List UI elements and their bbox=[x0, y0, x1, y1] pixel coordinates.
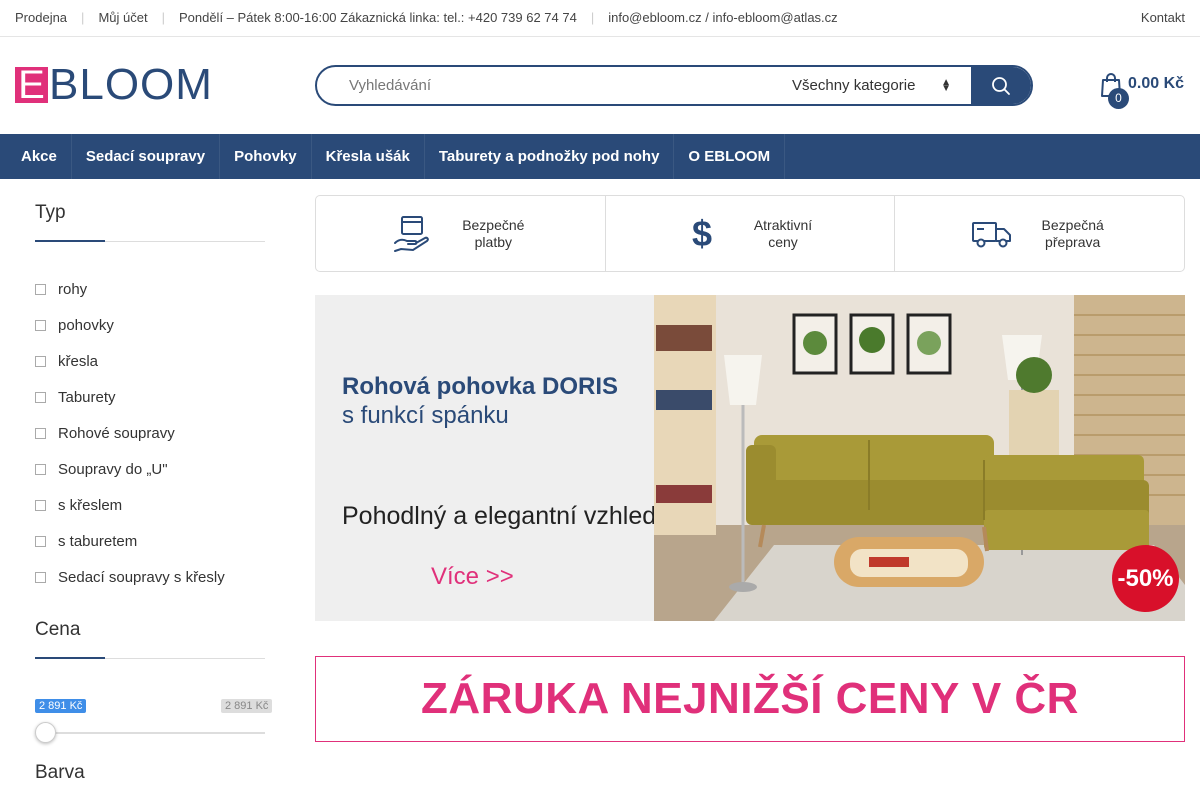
nav-item-akce[interactable]: Akce bbox=[7, 134, 72, 179]
filter-option[interactable]: Soupravy do „U" bbox=[35, 451, 265, 487]
filter-option-label: Sedací soupravy s křesly bbox=[58, 568, 225, 586]
divider: | bbox=[161, 10, 165, 25]
main-navigation: Akce Sedací soupravy Pohovky Křesla ušák… bbox=[0, 134, 1200, 179]
search-button[interactable] bbox=[971, 67, 1031, 104]
filter-option[interactable]: křesla bbox=[35, 343, 265, 379]
nav-item-taburety[interactable]: Taburety a podnožky pod nohy bbox=[425, 134, 675, 179]
feature-label: Bezpečné platby bbox=[462, 216, 525, 250]
cart[interactable]: 0 0.00 Kč bbox=[1100, 72, 1190, 109]
filter-option[interactable]: pohovky bbox=[35, 307, 265, 343]
filter-option-label: křesla bbox=[58, 352, 99, 370]
checkbox[interactable] bbox=[35, 463, 46, 475]
my-account-link[interactable]: Můj účet bbox=[98, 10, 147, 25]
feature-label: Atraktivní ceny bbox=[753, 216, 813, 250]
filter-price-heading: Cena bbox=[35, 619, 81, 640]
nav-item-o-ebloom[interactable]: O EBLOOM bbox=[674, 134, 786, 179]
hand-payment-icon bbox=[392, 214, 432, 254]
price-min-label: 2 891 Kč bbox=[35, 699, 87, 713]
filter-color-heading: Barva bbox=[35, 762, 85, 783]
logo-letter: E bbox=[15, 65, 48, 105]
filter-option[interactable]: Sedací soupravy s křesly bbox=[35, 559, 265, 595]
heading-underline bbox=[35, 657, 265, 659]
category-select[interactable]: Všechny kategorie ▲ ▼ bbox=[776, 67, 971, 104]
top-bar: Prodejna | Můj účet | Pondělí – Pátek 8:… bbox=[0, 0, 1200, 37]
checkbox[interactable] bbox=[35, 535, 46, 547]
promo-banner[interactable]: Rohová pohovka DORIS s funkcí spánku Poh… bbox=[315, 295, 1185, 621]
heading-accent bbox=[35, 657, 105, 659]
filter-option[interactable]: Rohové soupravy bbox=[35, 415, 265, 451]
feature-secure-payment: Bezpečné platby bbox=[316, 196, 606, 271]
logo-text: BLOOM bbox=[49, 59, 213, 109]
price-guarantee-banner[interactable]: ZÁRUKA NEJNIŽŠÍ CENY V ČR bbox=[315, 656, 1185, 742]
truck-icon bbox=[971, 214, 1012, 254]
checkbox[interactable] bbox=[35, 391, 46, 403]
banner-subtitle: s funkcí spánku bbox=[342, 402, 509, 429]
filter-option[interactable]: s taburetem bbox=[35, 523, 265, 559]
cart-total: 0.00 Kč bbox=[1128, 75, 1185, 92]
filter-option[interactable]: rohy bbox=[35, 271, 265, 307]
type-filter-list: rohy pohovky křesla Taburety Rohové soup… bbox=[35, 271, 265, 595]
checkbox[interactable] bbox=[35, 427, 46, 439]
price-guarantee-text: ZÁRUKA NEJNIŽŠÍ CENY V ČR bbox=[421, 674, 1079, 723]
checkbox[interactable] bbox=[35, 355, 46, 367]
banner-title: Rohová pohovka DORIS bbox=[342, 373, 619, 400]
nav-item-pohovky[interactable]: Pohovky bbox=[220, 134, 312, 179]
divider: | bbox=[81, 10, 85, 25]
nav-item-kresla-usak[interactable]: Křesla ušák bbox=[312, 134, 425, 179]
cart-count-badge: 0 bbox=[1108, 88, 1129, 109]
price-slider-handle[interactable] bbox=[35, 722, 56, 743]
filter-option-label: Rohové soupravy bbox=[58, 424, 175, 442]
filter-option-label: Taburety bbox=[58, 388, 116, 406]
filter-option[interactable]: s křeslem bbox=[35, 487, 265, 523]
opening-hours-text: Pondělí – Pátek 8:00-16:00 Zákaznická li… bbox=[178, 10, 577, 25]
banner-description: Pohodlný a elegantní vzhled bbox=[342, 502, 657, 530]
top-bar-links: Prodejna | Můj účet | Pondělí – Pátek 8:… bbox=[15, 10, 838, 25]
feature-label: Bezpečná přeprava bbox=[1041, 216, 1104, 250]
search-input[interactable] bbox=[317, 67, 776, 104]
checkbox[interactable] bbox=[35, 319, 46, 331]
filter-option-label: s taburetem bbox=[58, 532, 138, 550]
checkbox[interactable] bbox=[35, 283, 46, 295]
filter-option-label: s křeslem bbox=[58, 496, 123, 514]
contact-link[interactable]: Kontakt bbox=[1141, 10, 1185, 25]
features-bar: Bezpečné platby $ Atraktivní ceny Bezpeč… bbox=[315, 195, 1185, 272]
filter-option-label: Soupravy do „U" bbox=[58, 460, 168, 478]
email-text[interactable]: info@ebloom.cz / info-ebloom@atlas.cz bbox=[608, 10, 837, 25]
heading-accent bbox=[35, 240, 105, 242]
feature-attractive-prices: $ Atraktivní ceny bbox=[606, 196, 896, 271]
filter-type-heading: Typ bbox=[35, 202, 66, 223]
filter-option-label: rohy bbox=[58, 280, 88, 298]
discount-badge: -50% bbox=[1112, 545, 1179, 612]
feature-safe-delivery: Bezpečná přeprava bbox=[895, 196, 1184, 271]
filter-option[interactable]: Taburety bbox=[35, 379, 265, 415]
nav-item-sedaci-soupravy[interactable]: Sedací soupravy bbox=[72, 134, 221, 179]
checkbox[interactable] bbox=[35, 499, 46, 511]
banner-more-link[interactable]: Více >> bbox=[431, 563, 514, 591]
search-bar: Všechny kategorie ▲▼ bbox=[315, 65, 1033, 106]
search-icon bbox=[992, 76, 1010, 95]
category-select-value: Všechny kategorie bbox=[792, 77, 916, 94]
divider: | bbox=[590, 10, 595, 25]
site-logo[interactable]: E BLOOM bbox=[15, 59, 213, 109]
heading-underline bbox=[35, 240, 265, 242]
sofa-product-image bbox=[654, 295, 1185, 621]
price-slider-track[interactable] bbox=[45, 732, 265, 734]
checkbox[interactable] bbox=[35, 571, 46, 583]
store-link[interactable]: Prodejna bbox=[15, 10, 67, 25]
price-max-label: 2 891 Kč bbox=[221, 699, 273, 713]
filter-option-label: pohovky bbox=[58, 316, 114, 334]
select-arrows-icon: ▲ ▼ bbox=[941, 76, 951, 94]
dollar-icon: $ bbox=[691, 212, 713, 254]
